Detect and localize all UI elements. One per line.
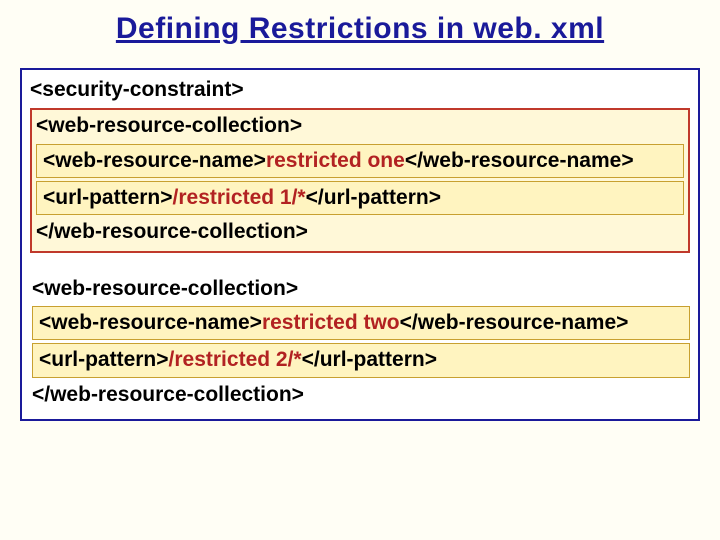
wrc2-close: </web-resource-collection> bbox=[32, 381, 690, 409]
wrc1-url-close-tag: </url-pattern> bbox=[306, 186, 441, 209]
wrc1-url-row: <url-pattern>/restricted 1/*</url-patter… bbox=[36, 181, 684, 215]
web-resource-collection-2: <web-resource-collection> <web-resource-… bbox=[30, 275, 690, 409]
wrc2-open: <web-resource-collection> bbox=[32, 275, 690, 303]
wrc1-close: </web-resource-collection> bbox=[36, 218, 684, 246]
wrc2-name-open-tag: <web-resource-name> bbox=[39, 311, 262, 334]
wrc1-name-close-tag: </web-resource-name> bbox=[405, 149, 634, 172]
wrc1-name-value: restricted one bbox=[266, 149, 405, 172]
web-resource-collection-1: <web-resource-collection> <web-resource-… bbox=[30, 108, 690, 252]
wrc1-url-value: /restricted 1/* bbox=[173, 186, 306, 209]
wrc2-url-value: /restricted 2/* bbox=[169, 348, 302, 371]
wrc1-url-open-tag: <url-pattern> bbox=[43, 186, 173, 209]
wrc2-name-close-tag: </web-resource-name> bbox=[400, 311, 629, 334]
wrc1-name-open-tag: <web-resource-name> bbox=[43, 149, 266, 172]
wrc1-open: <web-resource-collection> bbox=[36, 112, 684, 140]
page-title: Defining Restrictions in web. xml bbox=[20, 12, 700, 46]
security-constraint-box: <security-constraint> <web-resource-coll… bbox=[20, 68, 700, 421]
wrc2-url-row: <url-pattern>/restricted 2/*</url-patter… bbox=[32, 343, 690, 377]
wrc2-name-row: <web-resource-name>restricted two</web-r… bbox=[32, 306, 690, 340]
security-constraint-open: <security-constraint> bbox=[30, 76, 690, 104]
spacer bbox=[30, 259, 690, 275]
wrc2-name-value: restricted two bbox=[262, 311, 400, 334]
wrc2-url-close-tag: </url-pattern> bbox=[302, 348, 437, 371]
wrc2-url-open-tag: <url-pattern> bbox=[39, 348, 169, 371]
wrc1-name-row: <web-resource-name>restricted one</web-r… bbox=[36, 144, 684, 178]
